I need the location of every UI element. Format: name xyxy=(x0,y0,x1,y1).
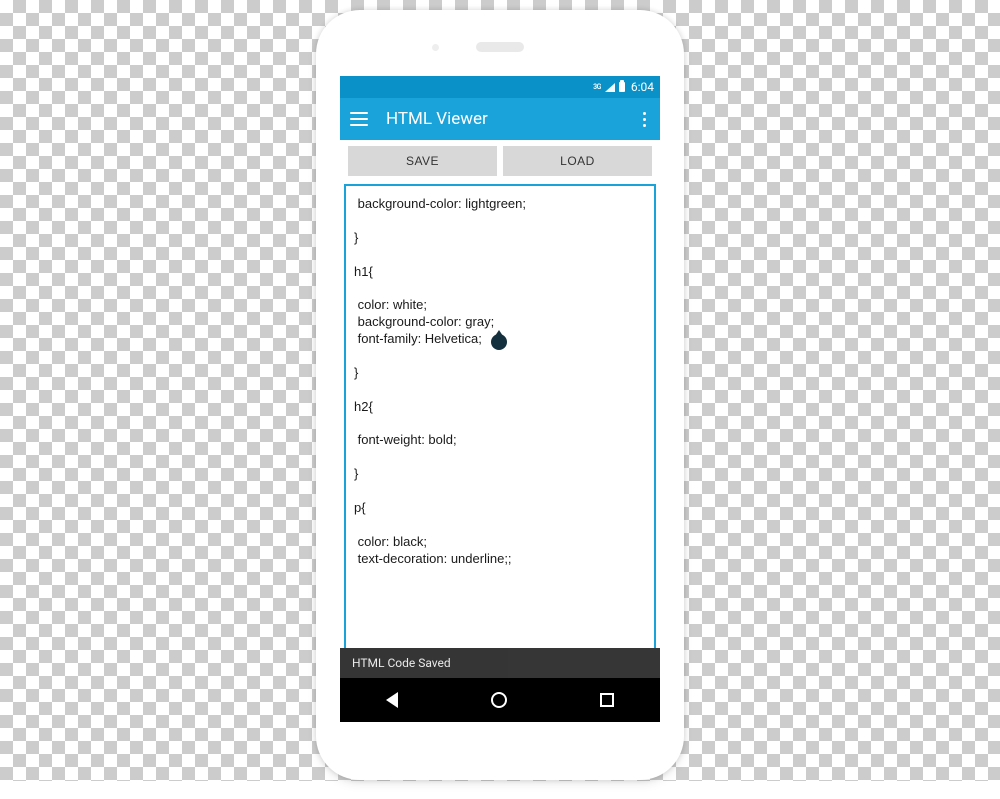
code-line[interactable] xyxy=(354,416,646,433)
code-line[interactable]: p{ xyxy=(354,500,646,517)
phone-frame: 3G 6:04 HTML Viewer SAVE LOAD background… xyxy=(316,10,684,780)
app-bar: HTML Viewer xyxy=(340,98,660,140)
code-line[interactable] xyxy=(354,213,646,230)
code-line[interactable]: } xyxy=(354,365,646,382)
code-line[interactable]: color: white; xyxy=(354,297,646,314)
home-icon[interactable] xyxy=(491,692,507,708)
clock: 6:04 xyxy=(631,80,654,94)
code-line[interactable] xyxy=(354,449,646,466)
earpiece xyxy=(476,42,524,52)
code-line[interactable]: text-decoration: underline;; xyxy=(354,551,646,568)
code-line[interactable]: h1{ xyxy=(354,264,646,281)
screen: 3G 6:04 HTML Viewer SAVE LOAD background… xyxy=(340,76,660,722)
code-editor[interactable]: background-color: lightgreen; } h1{ colo… xyxy=(346,186,654,648)
code-line[interactable]: } xyxy=(354,466,646,483)
signal-icon xyxy=(605,83,615,92)
code-line[interactable] xyxy=(354,517,646,534)
sensor-dot xyxy=(432,44,439,51)
back-icon[interactable] xyxy=(386,692,398,708)
button-row: SAVE LOAD xyxy=(340,140,660,182)
code-line[interactable] xyxy=(354,247,646,264)
editor-container: background-color: lightgreen; } h1{ colo… xyxy=(344,184,656,648)
status-bar: 3G 6:04 xyxy=(340,76,660,98)
network-label: 3G xyxy=(593,83,601,91)
code-line[interactable] xyxy=(354,382,646,399)
code-line[interactable]: h2{ xyxy=(354,399,646,416)
battery-icon xyxy=(619,82,625,92)
app-title: HTML Viewer xyxy=(386,109,621,129)
code-line[interactable] xyxy=(354,348,646,365)
load-button[interactable]: LOAD xyxy=(503,146,652,176)
code-line[interactable]: } xyxy=(354,230,646,247)
code-line[interactable] xyxy=(354,483,646,500)
save-button[interactable]: SAVE xyxy=(348,146,497,176)
code-line[interactable]: background-color: lightgreen; xyxy=(354,196,646,213)
menu-icon[interactable] xyxy=(350,112,368,126)
recent-icon[interactable] xyxy=(600,693,614,707)
code-line[interactable]: font-weight: bold; xyxy=(354,432,646,449)
code-line[interactable]: background-color: gray; xyxy=(354,314,646,331)
nav-bar xyxy=(340,678,660,722)
toast-message: HTML Code Saved xyxy=(340,648,660,678)
overflow-icon[interactable] xyxy=(639,108,650,131)
text-cursor-handle[interactable] xyxy=(491,334,507,350)
code-line[interactable] xyxy=(354,280,646,297)
code-line[interactable]: color: black; xyxy=(354,534,646,551)
